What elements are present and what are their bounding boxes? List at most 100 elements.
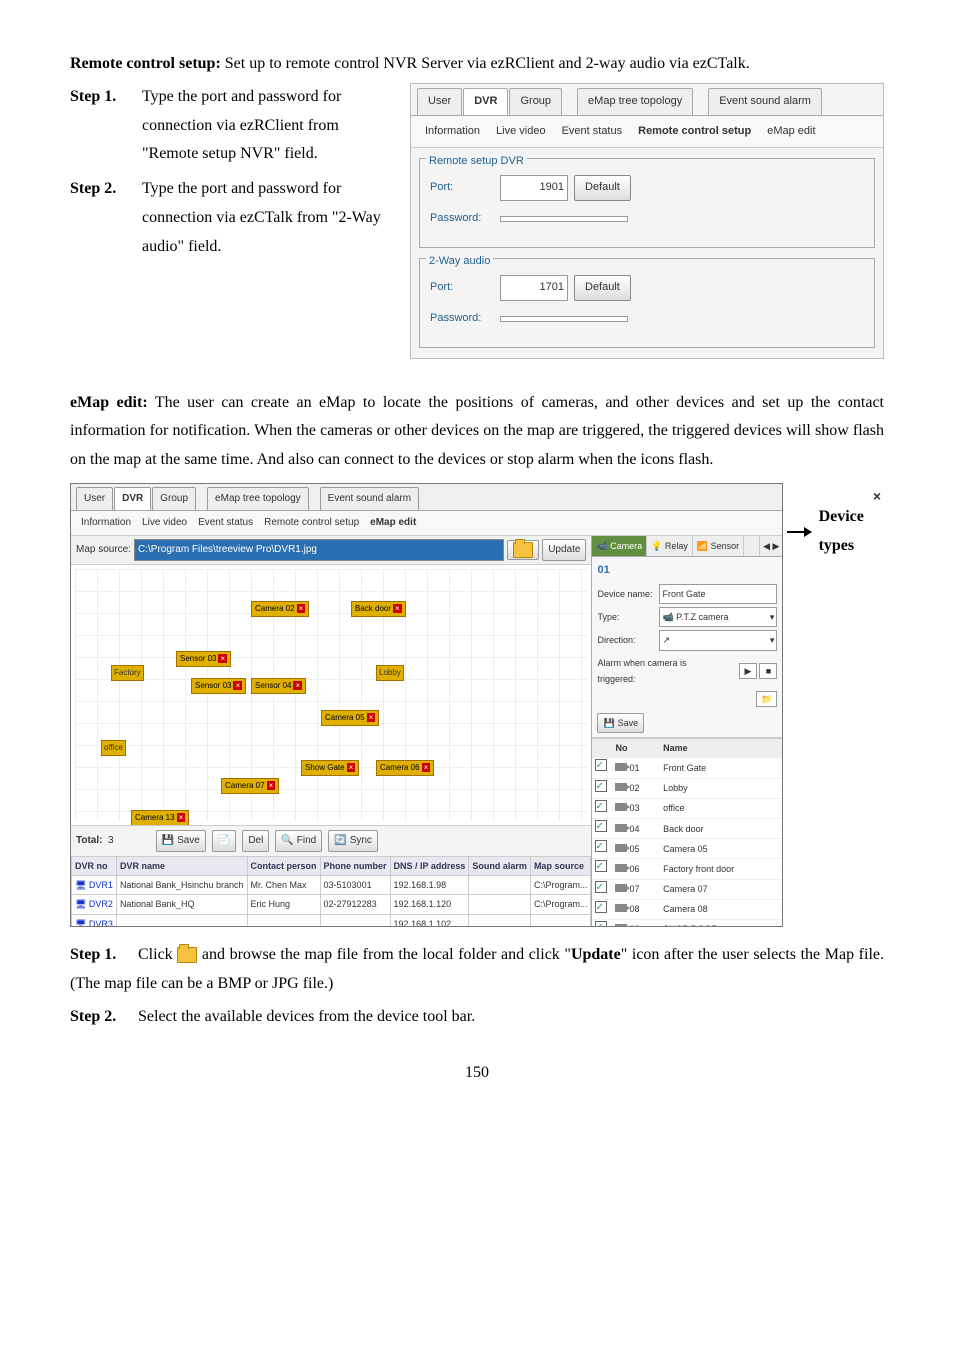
tab-group[interactable]: Group bbox=[509, 88, 562, 115]
device-save-button[interactable]: 💾 Save bbox=[597, 713, 644, 733]
password-input-2[interactable] bbox=[500, 316, 628, 322]
th-alarm[interactable]: Sound alarm bbox=[469, 856, 531, 875]
close-icon[interactable]: × bbox=[873, 484, 881, 509]
alarm-label: Alarm when camera is triggered: bbox=[597, 655, 707, 687]
devtab-arrows[interactable]: ◀ ▶ bbox=[759, 536, 782, 556]
subtab-event-status[interactable]: Event status bbox=[194, 513, 257, 533]
tab-event-sound[interactable]: Event sound alarm bbox=[320, 487, 419, 510]
sync-button[interactable]: 🔄 Sync bbox=[328, 830, 378, 852]
default-button[interactable]: Default bbox=[574, 175, 631, 201]
devtab-sensor[interactable]: 📶 Sensor bbox=[693, 536, 744, 556]
new-button[interactable]: 📄 bbox=[212, 830, 236, 852]
subtab-information[interactable]: Information bbox=[77, 513, 135, 533]
legend-remote-setup: Remote setup DVR bbox=[426, 152, 527, 172]
tab-group[interactable]: Group bbox=[152, 487, 196, 510]
device-dir-label: Direction: bbox=[597, 632, 655, 648]
list-item[interactable]: 08Camera 08 bbox=[592, 899, 782, 919]
tab-dvr[interactable]: DVR bbox=[463, 88, 508, 115]
marker-sensor03[interactable]: Sensor 03× bbox=[176, 651, 231, 667]
subtab-remote-control[interactable]: Remote control setup bbox=[632, 120, 757, 144]
del-button[interactable]: Del bbox=[242, 830, 269, 852]
th-map[interactable]: Map source bbox=[530, 856, 591, 875]
emap-sub-tabs: Information Live video Event status Remo… bbox=[71, 511, 782, 536]
bottom-step1-label: Step 1. bbox=[70, 941, 138, 970]
th-dvrname[interactable]: DVR name bbox=[116, 856, 247, 875]
arrow-icon bbox=[787, 531, 810, 533]
remote-control-panel: User DVR Group eMap tree topology Event … bbox=[410, 83, 884, 359]
subtab-live-video[interactable]: Live video bbox=[490, 120, 552, 144]
map-source-input[interactable]: C:\Program Files\treeview Pro\DVR1.jpg bbox=[134, 539, 504, 561]
subtab-emap-edit[interactable]: eMap edit bbox=[366, 513, 420, 533]
map-canvas[interactable]: Camera 02× Back door× Factory Sensor 03×… bbox=[71, 565, 591, 825]
dvr-table: DVR no DVR name Contact person Phone num… bbox=[71, 856, 591, 926]
tab-emap-tree[interactable]: eMap tree topology bbox=[207, 487, 309, 510]
label-factory: Factory bbox=[111, 665, 144, 681]
marker-camera06[interactable]: Camera 06× bbox=[376, 760, 434, 776]
list-item[interactable]: 07Camera 07 bbox=[592, 879, 782, 899]
list-item[interactable]: 09SHOP DOOR bbox=[592, 919, 782, 926]
tab-user[interactable]: User bbox=[76, 487, 113, 510]
devlist-th-name: Name bbox=[660, 739, 782, 758]
th-ip[interactable]: DNS / IP address bbox=[390, 856, 469, 875]
folder-icon bbox=[177, 947, 197, 963]
port-label-2: Port: bbox=[430, 278, 500, 298]
main-tab-row: User DVR Group eMap tree topology Event … bbox=[411, 84, 883, 115]
list-item[interactable]: 04Back door bbox=[592, 819, 782, 839]
tab-event-sound[interactable]: Event sound alarm bbox=[708, 88, 822, 115]
find-button[interactable]: 🔍 Find bbox=[275, 830, 322, 852]
device-name-input[interactable]: Front Gate bbox=[659, 584, 777, 604]
port-input-2[interactable]: 1701 bbox=[500, 275, 568, 301]
devtab-camera[interactable]: 📹 Camera bbox=[592, 536, 647, 556]
list-item[interactable]: 02Lobby bbox=[592, 778, 782, 798]
subtab-remote-control[interactable]: Remote control setup bbox=[260, 513, 363, 533]
th-phone[interactable]: Phone number bbox=[320, 856, 390, 875]
marker-sensor04[interactable]: Sensor 04× bbox=[251, 678, 306, 694]
step2-text: Type the port and password for connectio… bbox=[142, 175, 392, 261]
marker-camera02[interactable]: Camera 02× bbox=[251, 601, 309, 617]
device-dir-select[interactable]: ↗▾ bbox=[659, 630, 777, 650]
browse-button[interactable] bbox=[507, 540, 539, 560]
device-name-label: Device name: bbox=[597, 586, 655, 602]
list-item[interactable]: 06Factory front door bbox=[592, 859, 782, 879]
list-item[interactable]: 03office bbox=[592, 798, 782, 818]
emap-main-tabs: User DVR Group eMap tree topology Event … bbox=[71, 484, 782, 511]
marker-camera07[interactable]: Camera 07× bbox=[221, 778, 279, 794]
list-item[interactable]: 05Camera 05 bbox=[592, 839, 782, 859]
save-button[interactable]: 💾 Save bbox=[156, 830, 206, 852]
total-label: Total: bbox=[76, 835, 102, 846]
marker-sensor03b[interactable]: Sensor 03× bbox=[191, 678, 246, 694]
marker-backdoor[interactable]: Back door× bbox=[351, 601, 406, 617]
subtab-live-video[interactable]: Live video bbox=[138, 513, 191, 533]
emap-edit-panel: × User DVR Group eMap tree topology Even… bbox=[70, 483, 783, 927]
sub-tab-row: Information Live video Event status Remo… bbox=[411, 115, 883, 149]
tab-emap-tree[interactable]: eMap tree topology bbox=[577, 88, 693, 115]
browse-alarm-icon[interactable]: 📁 bbox=[756, 691, 777, 707]
device-type-select[interactable]: 📹 P.T.Z camera▾ bbox=[659, 607, 777, 627]
port-input[interactable]: 1901 bbox=[500, 175, 568, 201]
stop-icon[interactable]: ■ bbox=[759, 663, 777, 679]
device-type-label: Type: bbox=[597, 609, 655, 625]
devtab-relay[interactable]: 💡 Relay bbox=[647, 536, 693, 556]
subtab-event-status[interactable]: Event status bbox=[556, 120, 629, 144]
marker-camera05[interactable]: Camera 05× bbox=[321, 710, 379, 726]
list-item[interactable]: 01Front Gate bbox=[592, 758, 782, 778]
update-button[interactable]: Update bbox=[542, 539, 586, 561]
table-row[interactable]: 🖥 DVR1National Bank_Hsinchu branchMr. Ch… bbox=[72, 876, 591, 895]
marker-camera13[interactable]: Camera 13× bbox=[131, 810, 189, 825]
map-source-label: Map source: bbox=[76, 541, 131, 559]
password-input[interactable] bbox=[500, 216, 628, 222]
tab-user[interactable]: User bbox=[417, 88, 462, 115]
default-button-2[interactable]: Default bbox=[574, 275, 631, 301]
table-row[interactable]: 🖥 DVR2National Bank_HQEric Hung02-279122… bbox=[72, 895, 591, 914]
th-contact[interactable]: Contact person bbox=[247, 856, 320, 875]
play-icon[interactable]: ▶ bbox=[739, 663, 757, 679]
subtab-emap-edit[interactable]: eMap edit bbox=[761, 120, 821, 144]
subtab-information[interactable]: Information bbox=[419, 120, 486, 144]
th-dvrno[interactable]: DVR no bbox=[72, 856, 117, 875]
legend-twoway: 2-Way audio bbox=[426, 252, 493, 272]
port-label: Port: bbox=[430, 178, 500, 198]
tab-dvr[interactable]: DVR bbox=[114, 487, 151, 510]
table-row[interactable]: 🖥 DVR3192.168.1.102 bbox=[72, 914, 591, 926]
marker-showgate[interactable]: Show Gate× bbox=[301, 760, 359, 776]
device-list[interactable]: No Name 01Front Gate02Lobby03office04Bac… bbox=[592, 738, 782, 926]
